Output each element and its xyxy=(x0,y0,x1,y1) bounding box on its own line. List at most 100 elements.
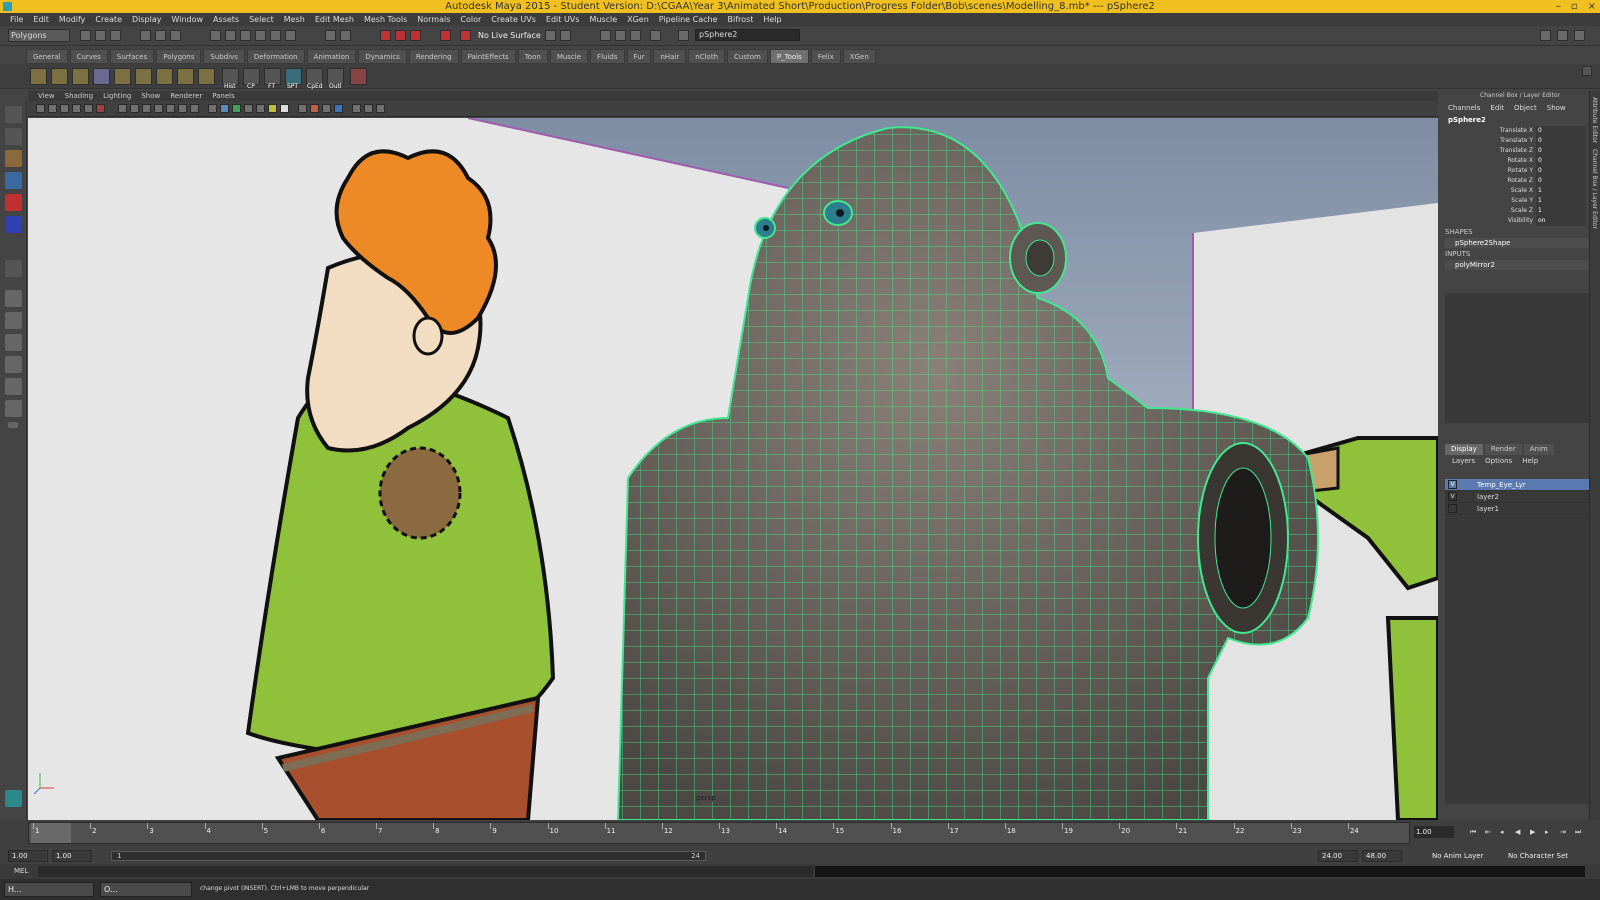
shelf-tool-icon-3[interactable] xyxy=(72,68,89,85)
attr-row-rotate-y[interactable]: Rotate Y0 xyxy=(1440,166,1600,176)
menu-set-selector[interactable]: Polygons xyxy=(8,29,70,42)
attr-row-scale-z[interactable]: Scale Z1 xyxy=(1440,206,1600,216)
playback-start-field[interactable]: 1.00 xyxy=(52,850,92,862)
viewport-menu-show[interactable]: Show xyxy=(141,91,160,101)
layer-name[interactable]: layer1 xyxy=(1477,505,1499,513)
minimized-window-1[interactable]: H... xyxy=(4,882,94,897)
viewport-menu-panels[interactable]: Panels xyxy=(212,91,235,101)
field-chart-icon[interactable] xyxy=(166,104,175,113)
shelf-tab-muscle[interactable]: Muscle xyxy=(549,49,589,64)
layer-visibility-toggle[interactable] xyxy=(1448,504,1457,513)
shelf-tab-fur[interactable]: Fur xyxy=(626,49,652,64)
close-button[interactable]: × xyxy=(1588,0,1596,13)
shelf-tab-polygons[interactable]: Polygons xyxy=(156,49,202,64)
step-forward-frame-icon[interactable]: ▸ xyxy=(1545,829,1553,836)
shelf-options-icon[interactable] xyxy=(1582,66,1592,76)
snap-plane-icon[interactable] xyxy=(255,30,266,41)
menu-bifrost[interactable]: Bifrost xyxy=(723,13,759,26)
scale-tool-icon[interactable] xyxy=(5,216,22,233)
attr-value[interactable]: 0 xyxy=(1536,156,1586,166)
select-object-icon[interactable] xyxy=(155,30,166,41)
menu-muscle[interactable]: Muscle xyxy=(584,13,622,26)
selected-object-name[interactable]: pSphere2 xyxy=(1440,115,1600,126)
show-channel-box-icon[interactable] xyxy=(630,30,641,41)
persp-outliner-layout-icon[interactable] xyxy=(5,334,22,351)
layer-name[interactable]: Temp_Eye_Lyr xyxy=(1477,481,1526,489)
layout-more-icon[interactable] xyxy=(8,422,18,428)
mel-label[interactable]: MEL xyxy=(14,867,28,875)
shelf-tab-deformation[interactable]: Deformation xyxy=(246,49,305,64)
attr-row-translate-z[interactable]: Translate Z0 xyxy=(1440,146,1600,156)
shelf-tab-p-tools[interactable]: P_Tools xyxy=(769,49,809,64)
layer-visibility-toggle[interactable]: V xyxy=(1448,492,1457,501)
menu-pipeline-cache[interactable]: Pipeline Cache xyxy=(654,13,723,26)
persp-graph-layout-icon[interactable] xyxy=(5,356,22,373)
step-back-frame-icon[interactable]: ◂ xyxy=(1500,829,1508,836)
mel-input-field[interactable] xyxy=(38,866,813,877)
camera-attributes-icon[interactable] xyxy=(48,104,57,113)
channel-box-side-tab[interactable]: Channel Box / Layer Editor xyxy=(1591,149,1598,229)
viewport-menu-view[interactable]: View xyxy=(38,91,55,101)
menu-display[interactable]: Display xyxy=(127,13,167,26)
motion-blur-icon[interactable] xyxy=(298,104,307,113)
resolution-gate-icon[interactable] xyxy=(142,104,151,113)
depth-of-field-icon[interactable] xyxy=(322,104,331,113)
cped-shelf-icon[interactable]: CpEd xyxy=(306,68,323,90)
attr-value[interactable]: 0 xyxy=(1536,176,1586,186)
show-tool-settings-icon[interactable] xyxy=(615,30,626,41)
menu-help[interactable]: Help xyxy=(758,13,786,26)
rename-mode-icon[interactable] xyxy=(560,30,571,41)
smooth-shade-icon[interactable] xyxy=(220,104,229,113)
anti-aliasing-icon[interactable] xyxy=(310,104,319,113)
use-all-lights-icon[interactable] xyxy=(256,104,265,113)
object-menu[interactable]: Object xyxy=(1514,101,1537,115)
anim-layer-selector[interactable]: No Anim Layer xyxy=(1432,852,1483,860)
shelf-tool-icon-8[interactable] xyxy=(177,68,194,85)
wireframe-icon[interactable] xyxy=(208,104,217,113)
shelf-tab-fluids[interactable]: Fluids xyxy=(590,49,625,64)
shelf-tab-toon[interactable]: Toon xyxy=(517,49,548,64)
input-line-mode-icon[interactable] xyxy=(545,30,556,41)
shelf-tab-felix[interactable]: Felix xyxy=(810,49,841,64)
attr-row-scale-x[interactable]: Scale X1 xyxy=(1440,186,1600,196)
layer-row[interactable]: V layer2 xyxy=(1445,491,1590,503)
attribute-editor-side-tab[interactable]: Attribute Editor xyxy=(1591,97,1598,143)
show-attribute-editor-icon[interactable] xyxy=(600,30,611,41)
menu-color[interactable]: Color xyxy=(455,13,486,26)
go-to-end-icon[interactable]: ⏭ xyxy=(1575,829,1583,836)
shelf-tool-icon-5[interactable] xyxy=(114,68,131,85)
ft-shelf-icon[interactable]: FT xyxy=(264,68,281,90)
render-current-icon[interactable] xyxy=(380,30,391,41)
layers-menu[interactable]: Layers xyxy=(1452,455,1475,467)
shelf-tab-curves[interactable]: Curves xyxy=(69,49,108,64)
viewport-menu-shading[interactable]: Shading xyxy=(65,91,93,101)
menu-edit[interactable]: Edit xyxy=(28,13,54,26)
attr-value[interactable]: 0 xyxy=(1536,136,1586,146)
live-surface-icon[interactable] xyxy=(460,30,471,41)
image-plane-icon[interactable] xyxy=(72,104,81,113)
bookmark-icon[interactable] xyxy=(60,104,69,113)
history-icon[interactable] xyxy=(340,30,351,41)
minimize-button[interactable]: – xyxy=(1556,0,1561,13)
shelf-tab-custom[interactable]: Custom xyxy=(727,49,768,64)
menu-mesh-tools[interactable]: Mesh Tools xyxy=(359,13,412,26)
attr-value[interactable]: 1 xyxy=(1536,206,1586,216)
attr-row-rotate-z[interactable]: Rotate Z0 xyxy=(1440,176,1600,186)
play-forwards-icon[interactable]: ▶ xyxy=(1530,829,1538,836)
isolate-select-icon[interactable] xyxy=(352,104,361,113)
move-tool-icon[interactable] xyxy=(5,172,22,189)
single-perspective-layout-icon[interactable] xyxy=(5,290,22,307)
paint-select-tool-icon[interactable] xyxy=(5,150,22,167)
menu-modify[interactable]: Modify xyxy=(54,13,91,26)
shelf-tool-icon-4[interactable] xyxy=(93,68,110,85)
new-scene-icon[interactable] xyxy=(80,30,91,41)
snap-grid-icon[interactable] xyxy=(210,30,221,41)
attr-row-visibility[interactable]: Visibility on xyxy=(1440,216,1600,226)
viewport-menu-lighting[interactable]: Lighting xyxy=(103,91,131,101)
attr-row-translate-x[interactable]: Translate X0 xyxy=(1440,126,1600,136)
render-settings-icon[interactable] xyxy=(410,30,421,41)
menu-xgen[interactable]: XGen xyxy=(622,13,654,26)
attr-value[interactable]: 1 xyxy=(1536,186,1586,196)
play-backwards-icon[interactable]: ◀ xyxy=(1515,829,1523,836)
menu-mesh[interactable]: Mesh xyxy=(279,13,310,26)
